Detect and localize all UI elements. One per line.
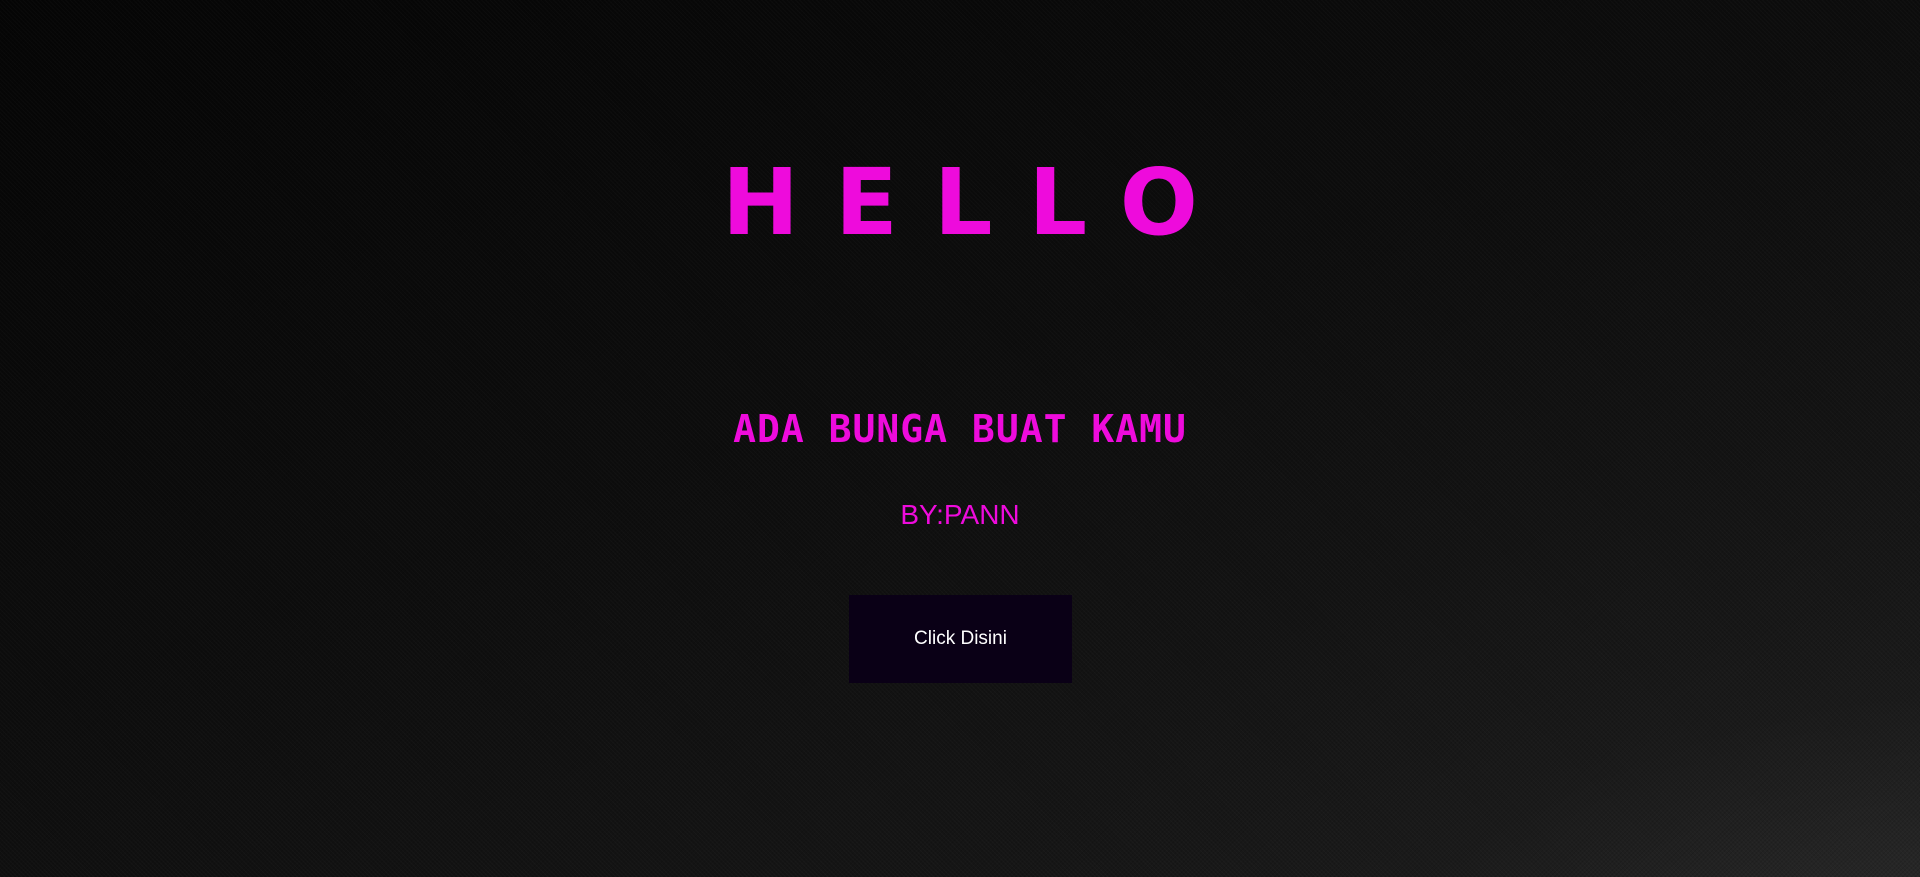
click-here-button[interactable]: Click Disini bbox=[849, 595, 1072, 683]
landing-page: HELLO ADA BUNGA BUAT KAMU BY:PANN Click … bbox=[0, 0, 1920, 877]
hero-title: HELLO bbox=[721, 149, 1235, 256]
hero-subtitle: ADA BUNGA BUAT KAMU bbox=[733, 407, 1187, 451]
author-byline: BY:PANN bbox=[900, 499, 1020, 530]
